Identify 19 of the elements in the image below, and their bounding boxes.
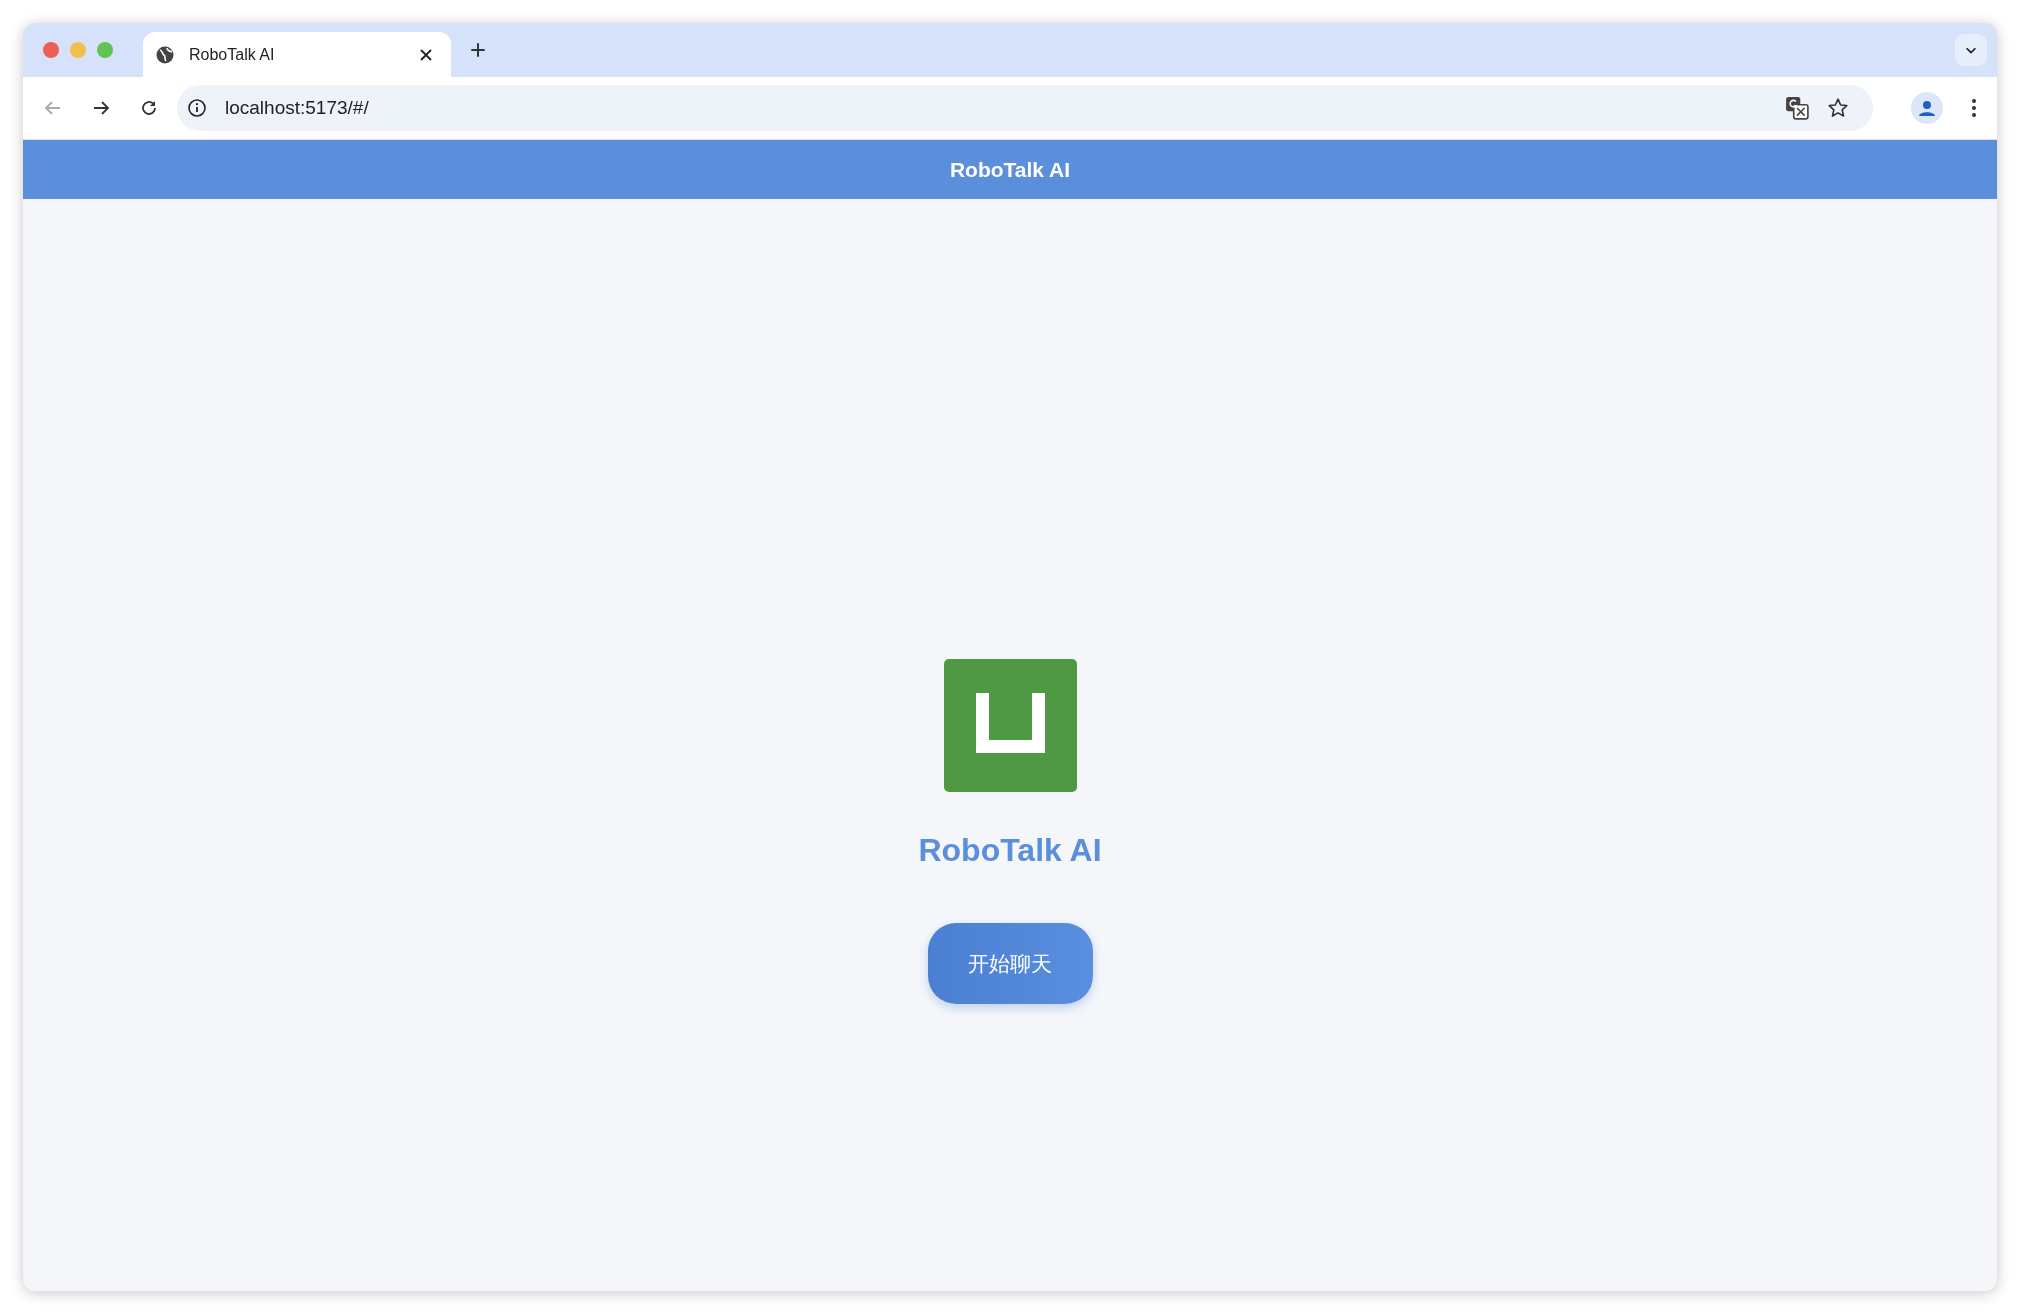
header-title: RoboTalk AI (949, 157, 1071, 182)
star-icon[interactable] (1827, 97, 1849, 119)
translate-icon[interactable] (1785, 96, 1809, 120)
address-bar[interactable]: localhost:5173/#/ (177, 85, 1873, 131)
close-icon[interactable] (419, 47, 433, 62)
logo-icon (943, 659, 1077, 792)
close-window-button[interactable] (43, 42, 59, 58)
start-chat-button[interactable]: 开始聊天 (927, 923, 1093, 1004)
person-icon (1917, 98, 1937, 118)
app-title: RoboTalk AI (918, 832, 1102, 869)
tab-title: RoboTalk AI (189, 45, 275, 64)
profile-button[interactable] (1911, 92, 1943, 124)
browser-tab[interactable]: RoboTalk AI (143, 32, 451, 77)
url-text: localhost:5173/#/ (225, 97, 369, 119)
new-tab-icon[interactable] (469, 41, 487, 59)
menu-icon[interactable] (1971, 97, 1977, 119)
globe-icon (155, 44, 175, 65)
info-icon[interactable] (187, 98, 207, 118)
reload-icon[interactable] (139, 98, 159, 118)
